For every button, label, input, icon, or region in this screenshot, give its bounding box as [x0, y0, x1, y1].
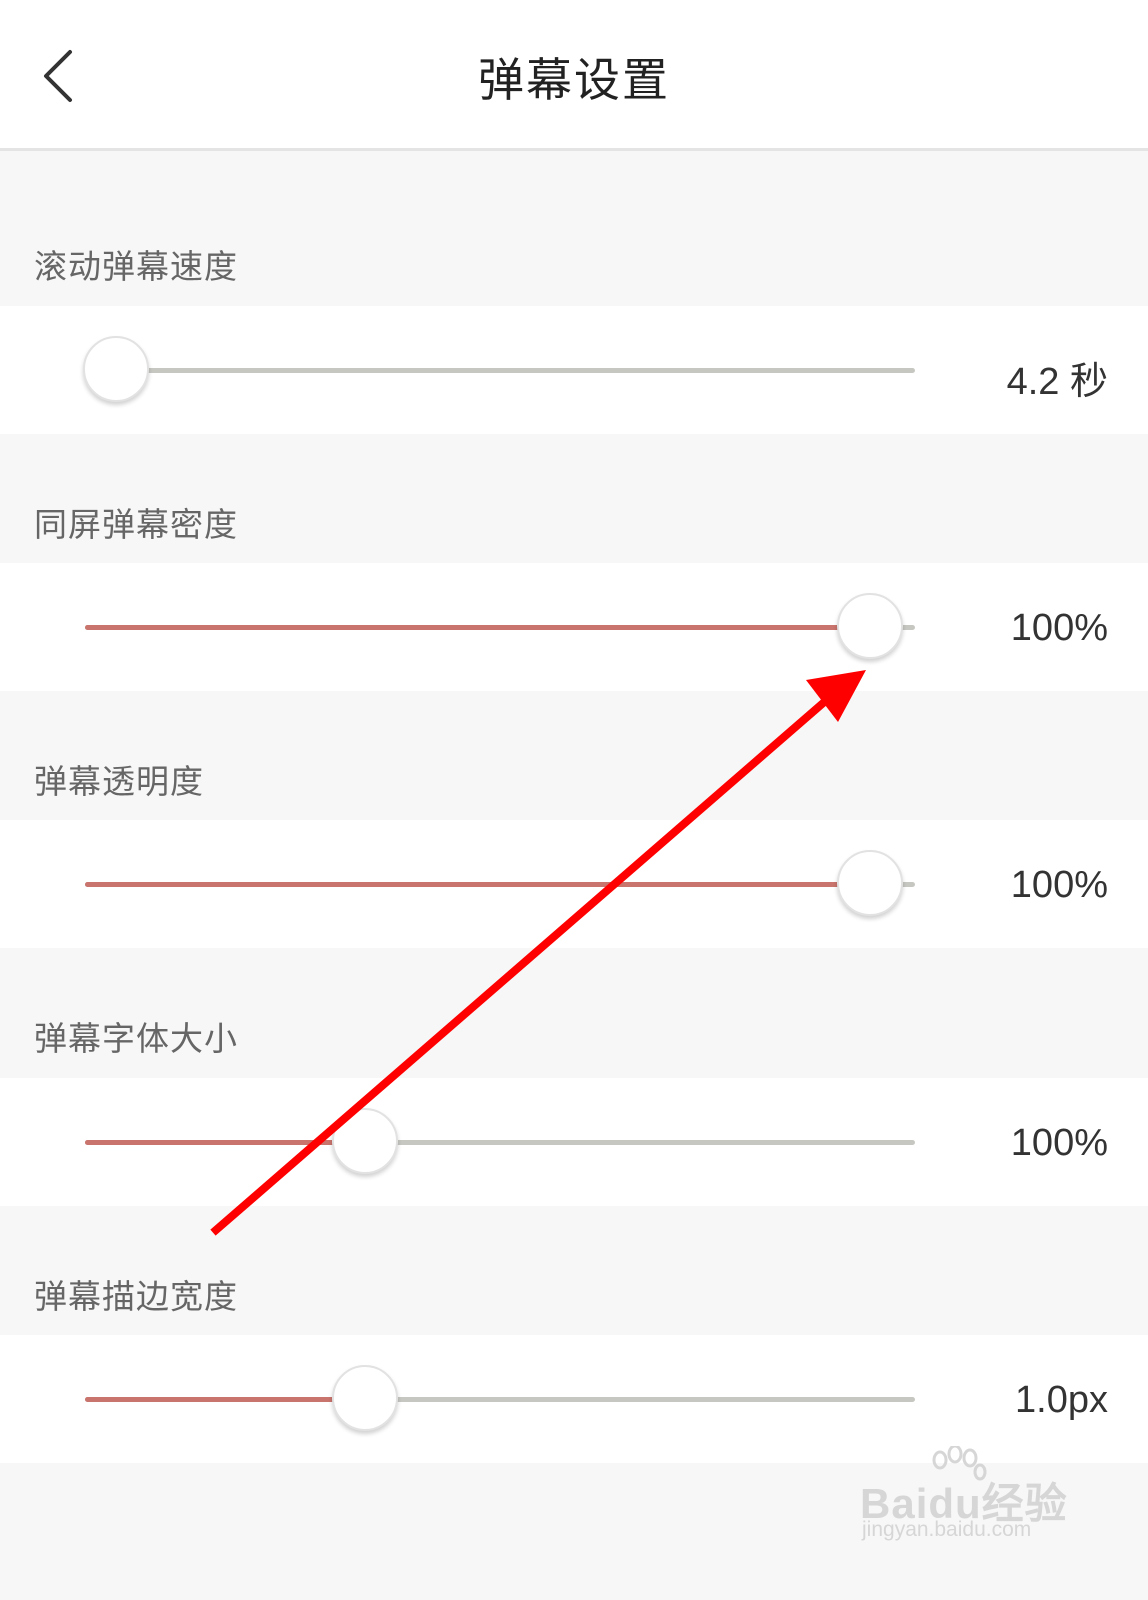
- stroke-width-thumb[interactable]: [331, 1365, 398, 1431]
- stroke-width-row: 1.0px: [0, 1335, 1148, 1463]
- font-size-thumb[interactable]: [331, 1108, 398, 1174]
- opacity-value: 100%: [1010, 864, 1108, 906]
- stroke-width-fill: [85, 1397, 365, 1402]
- opacity-label: 弹幕透明度: [34, 762, 204, 801]
- stroke-width-value: 1.0px: [1015, 1379, 1108, 1421]
- stroke-width-label: 弹幕描边宽度: [34, 1277, 238, 1316]
- page-title: 弹幕设置: [478, 53, 670, 107]
- scroll-speed-value: 4.2 秒: [1006, 361, 1108, 403]
- font-size-value: 100%: [1010, 1122, 1108, 1164]
- font-size-label: 弹幕字体大小: [34, 1019, 238, 1058]
- baidu-watermark: Baidu经验 jingyan.baidu.com: [860, 1446, 1070, 1546]
- scroll-speed-row: 4.2 秒: [0, 306, 1148, 434]
- scroll-speed-label: 滚动弹幕速度: [34, 247, 238, 286]
- density-thumb[interactable]: [837, 593, 903, 659]
- density-row: 100%: [0, 563, 1148, 691]
- font-size-fill: [85, 1140, 365, 1145]
- density-label: 同屏弹幕密度: [34, 505, 238, 544]
- density-value: 100%: [1010, 607, 1108, 649]
- opacity-row: 100%: [0, 820, 1148, 948]
- opacity-thumb[interactable]: [837, 850, 903, 916]
- scroll-speed-thumb[interactable]: [83, 336, 149, 402]
- scroll-speed-track[interactable]: [85, 368, 915, 373]
- watermark-url: jingyan.baidu.com: [862, 1518, 1032, 1541]
- font-size-row: 100%: [0, 1078, 1148, 1206]
- app-header: 弹幕设置: [0, 0, 1148, 151]
- opacity-fill: [85, 882, 870, 887]
- density-fill: [85, 625, 870, 630]
